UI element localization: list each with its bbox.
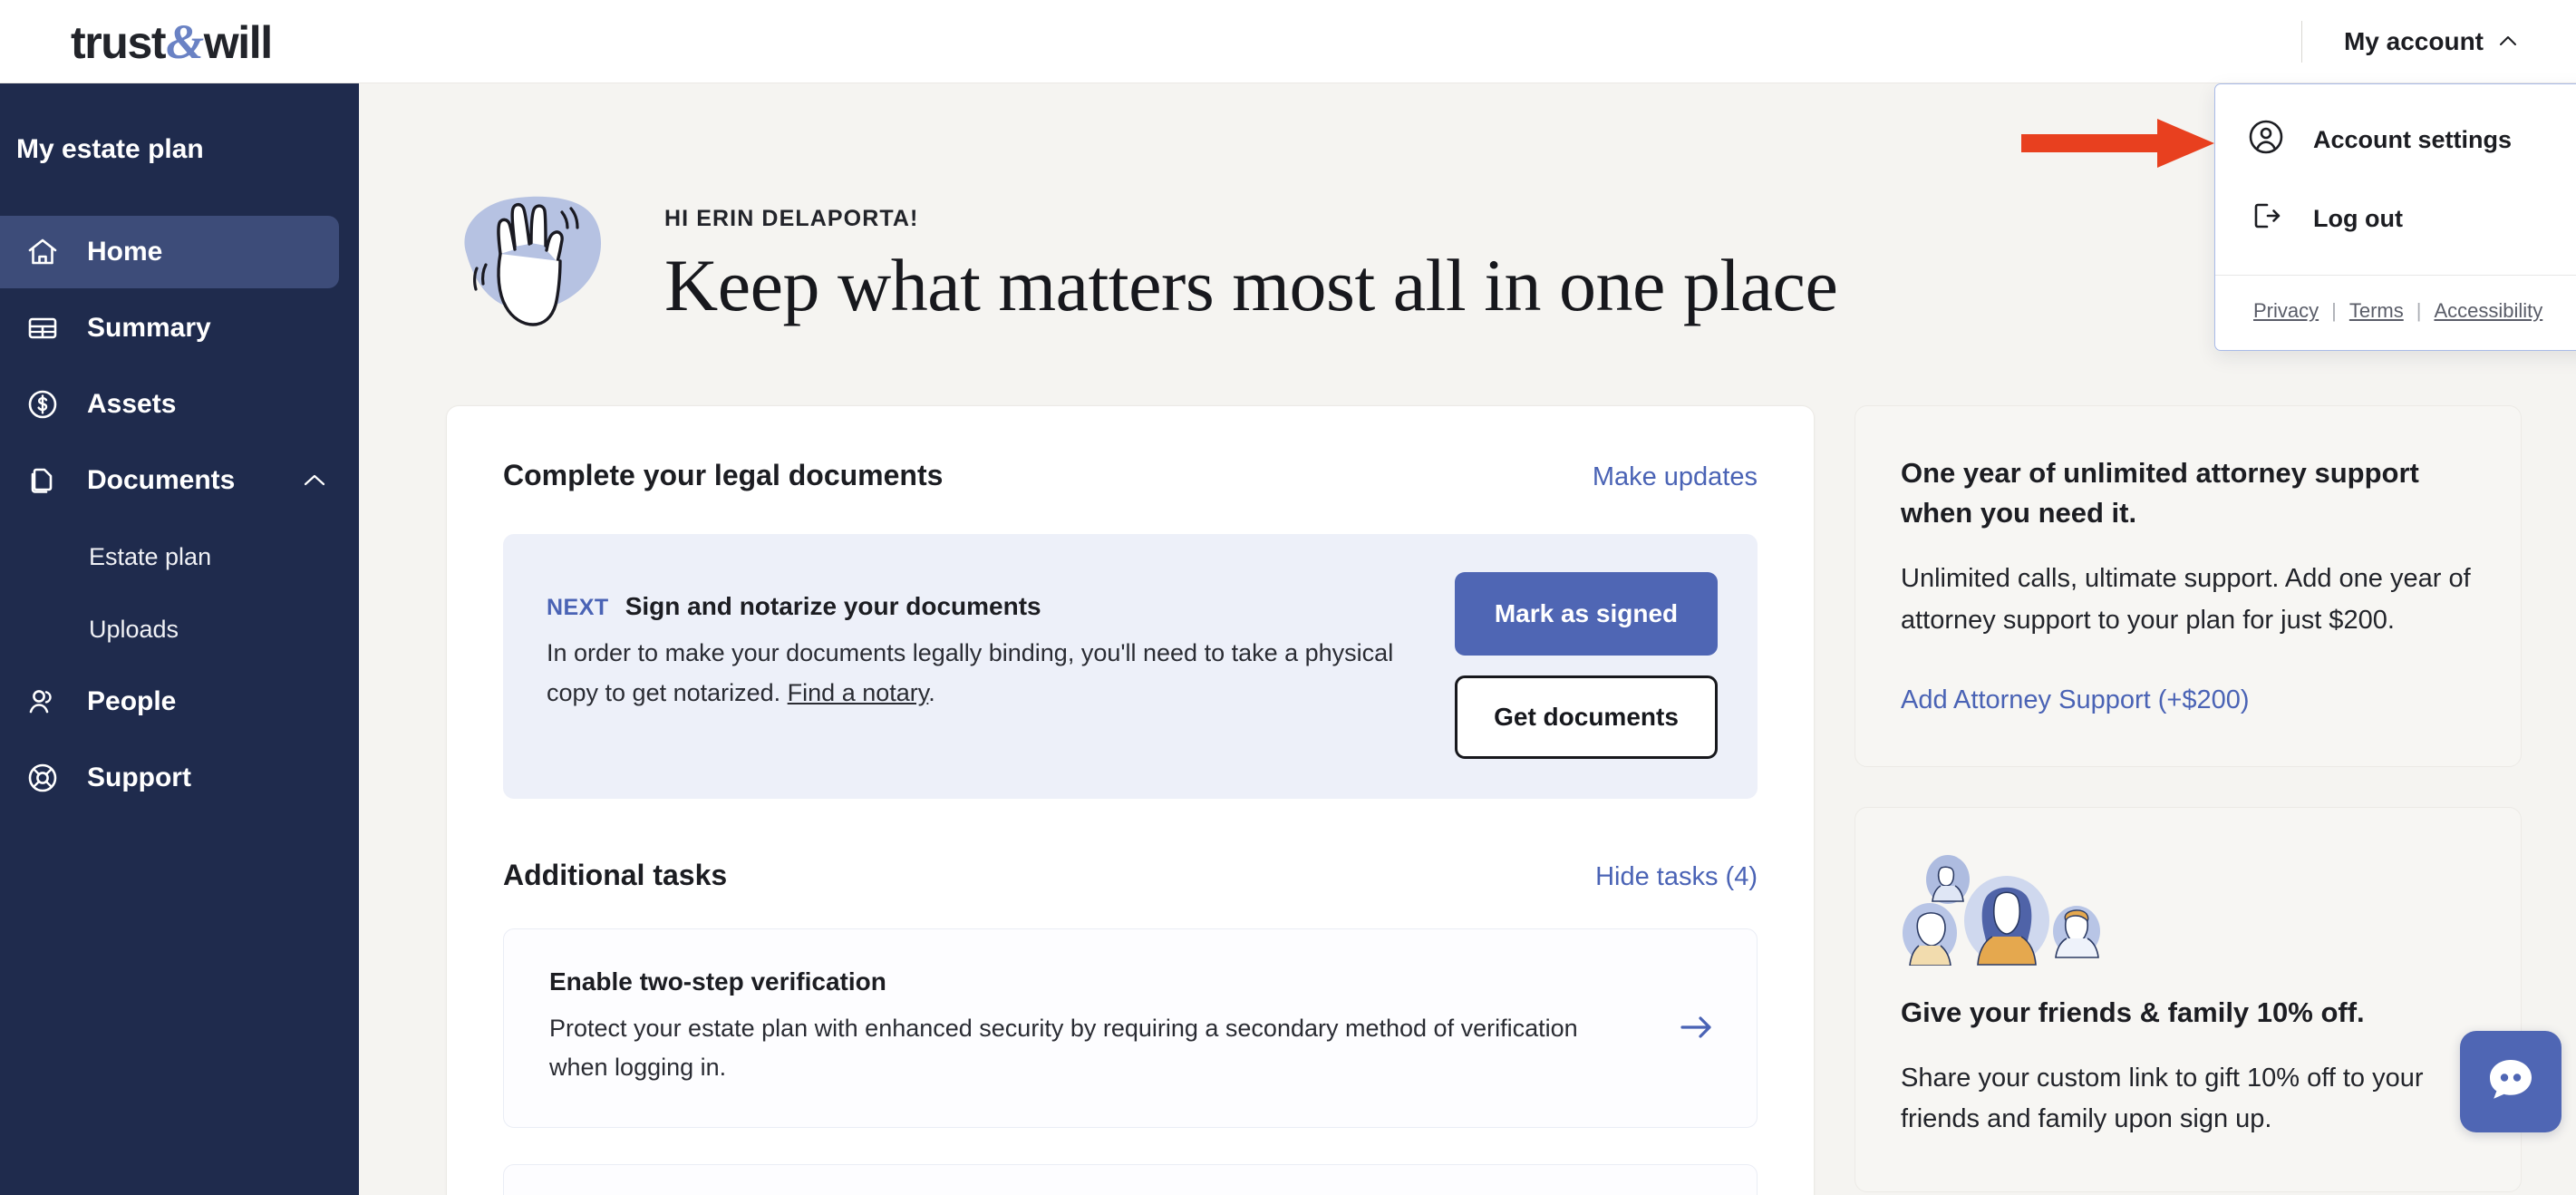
brand-ampersand: & bbox=[166, 14, 204, 69]
sidebar-item-label: Summary bbox=[87, 313, 211, 343]
sidebar-item-people[interactable]: People bbox=[0, 666, 359, 738]
menu-item-account-settings[interactable]: Account settings bbox=[2215, 101, 2576, 180]
documents-card: Complete your legal documents Make updat… bbox=[446, 405, 1815, 1195]
header-right: My account bbox=[2300, 0, 2518, 83]
documents-card-header: Complete your legal documents Make updat… bbox=[503, 459, 1758, 492]
get-documents-button[interactable]: Get documents bbox=[1455, 675, 1718, 759]
sidebar-title: My estate plan bbox=[16, 134, 204, 164]
content-columns: Complete your legal documents Make updat… bbox=[359, 349, 2576, 1195]
sidebar-item-label: Assets bbox=[87, 389, 177, 419]
menu-item-log-out[interactable]: Log out bbox=[2215, 180, 2576, 258]
brand-part1: trust bbox=[71, 16, 167, 68]
referral-card: Give your friends & family 10% off. Shar… bbox=[1855, 806, 2522, 1193]
sidebar-item-documents[interactable]: Documents bbox=[0, 444, 359, 517]
sidebar-subitem-uploads[interactable]: Uploads bbox=[0, 593, 359, 666]
menu-item-label: Account settings bbox=[2313, 126, 2513, 153]
task-body: Enable two-step verification Protect you… bbox=[549, 967, 1650, 1087]
arrow-right-icon bbox=[1677, 1007, 1717, 1047]
task-row-next[interactable] bbox=[503, 1164, 1758, 1195]
sidebar-item-home[interactable]: Home bbox=[0, 216, 339, 288]
link-separator: | bbox=[2331, 299, 2337, 322]
attorney-support-body: Unlimited calls, ultimate support. Add o… bbox=[1901, 564, 2471, 635]
privacy-link[interactable]: Privacy bbox=[2253, 299, 2319, 323]
page-title: Keep what matters most all in one place bbox=[664, 243, 1838, 326]
sidebar-subitem-label: Estate plan bbox=[89, 542, 212, 570]
logout-icon bbox=[2248, 198, 2284, 240]
make-updates-link[interactable]: Make updates bbox=[1593, 462, 1758, 492]
menu-item-label: Log out bbox=[2313, 205, 2403, 232]
top-header: trust&will My account bbox=[0, 0, 2576, 83]
next-task-description: In order to make your documents legally … bbox=[547, 634, 1428, 713]
sidebar-item-label: Support bbox=[87, 763, 191, 792]
next-desc-before: In order to make your documents legally … bbox=[547, 639, 1394, 706]
sidebar-item-label: People bbox=[87, 686, 177, 716]
documents-card-heading: Complete your legal documents bbox=[503, 459, 944, 491]
header-divider bbox=[2300, 20, 2302, 63]
app-root: trust&will My account Account settings L… bbox=[0, 0, 2576, 1195]
add-attorney-support-link[interactable]: Add Attorney Support (+$200) bbox=[1901, 685, 2475, 715]
chat-bubble-icon bbox=[2482, 1051, 2540, 1113]
next-task-heading-row: NEXT Sign and notarize your documents bbox=[547, 592, 1428, 621]
my-account-label: My account bbox=[2343, 26, 2484, 55]
account-dropdown-menu: Account settings Log out Privacy | Terms… bbox=[2214, 83, 2576, 351]
sidebar-item-label: Home bbox=[87, 237, 163, 267]
right-column: One year of unlimited attorney support w… bbox=[1855, 405, 2522, 1195]
my-account-button[interactable]: My account bbox=[2344, 27, 2518, 56]
left-column: Complete your legal documents Make updat… bbox=[446, 405, 1815, 1195]
chat-widget-button[interactable] bbox=[2460, 1031, 2561, 1132]
left-sidebar: My estate plan Home Summary Assets Docum… bbox=[0, 83, 359, 1195]
documents-icon bbox=[25, 463, 60, 498]
sidebar-subitem-label: Uploads bbox=[89, 615, 179, 643]
accessibility-link[interactable]: Accessibility bbox=[2434, 299, 2542, 323]
additional-tasks-header: Additional tasks Hide tasks (4) bbox=[503, 859, 1758, 892]
sidebar-item-label: Documents bbox=[87, 465, 236, 495]
attorney-support-card: One year of unlimited attorney support w… bbox=[1855, 405, 2522, 767]
mark-as-signed-button[interactable]: Mark as signed bbox=[1455, 572, 1718, 656]
find-a-notary-link[interactable]: Find a notary bbox=[788, 679, 929, 706]
sidebar-item-support[interactable]: Support bbox=[0, 742, 359, 814]
chevron-up-icon[interactable] bbox=[303, 465, 326, 496]
table-icon bbox=[25, 311, 60, 345]
task-description: Protect your estate plan with enhanced s… bbox=[549, 1015, 1578, 1082]
documents-card-inner: Complete your legal documents Make updat… bbox=[447, 406, 1814, 1195]
chevron-up-icon bbox=[2498, 29, 2518, 49]
next-desc-after: . bbox=[928, 678, 935, 706]
additional-tasks-heading: Additional tasks bbox=[503, 859, 728, 891]
people-icon bbox=[25, 685, 60, 719]
home-icon bbox=[25, 235, 60, 269]
referral-heading: Give your friends & family 10% off. bbox=[1901, 996, 2365, 1028]
next-task-title: Sign and notarize your documents bbox=[625, 592, 1041, 620]
lifebuoy-icon bbox=[25, 761, 60, 795]
task-title: Enable two-step verification bbox=[549, 967, 886, 996]
next-badge: NEXT bbox=[547, 595, 609, 620]
referral-avatars-illustration bbox=[1901, 854, 2475, 967]
sidebar-item-summary[interactable]: Summary bbox=[0, 292, 359, 364]
next-task-text: NEXT Sign and notarize your documents In… bbox=[547, 572, 1428, 713]
hero-greeting: HI ERIN DELAPORTA! bbox=[664, 205, 919, 231]
brand-logo[interactable]: trust&will bbox=[71, 14, 273, 70]
hero-text: HI ERIN DELAPORTA! Keep what matters mos… bbox=[664, 205, 1838, 326]
user-circle-icon bbox=[2248, 119, 2284, 161]
link-separator: | bbox=[2416, 299, 2422, 322]
brand-part2: will bbox=[203, 16, 273, 68]
sidebar-subitem-estate-plan[interactable]: Estate plan bbox=[0, 520, 359, 593]
dollar-circle-icon bbox=[25, 387, 60, 422]
task-row-two-step-verification[interactable]: Enable two-step verification Protect you… bbox=[503, 928, 1758, 1129]
terms-link[interactable]: Terms bbox=[2349, 299, 2404, 323]
sidebar-item-assets[interactable]: Assets bbox=[0, 368, 359, 441]
next-task-buttons: Mark as signed Get documents bbox=[1455, 572, 1718, 759]
dropdown-footer-links: Privacy | Terms | Accessibility bbox=[2215, 276, 2576, 350]
attorney-support-heading: One year of unlimited attorney support w… bbox=[1901, 457, 2419, 529]
waving-hand-illustration bbox=[450, 181, 608, 349]
annotation-arrow-icon bbox=[2021, 116, 2216, 170]
referral-body: Share your custom link to gift 10% off t… bbox=[1901, 1063, 2424, 1134]
next-task-panel: NEXT Sign and notarize your documents In… bbox=[503, 534, 1758, 799]
hide-tasks-link[interactable]: Hide tasks (4) bbox=[1595, 862, 1758, 892]
